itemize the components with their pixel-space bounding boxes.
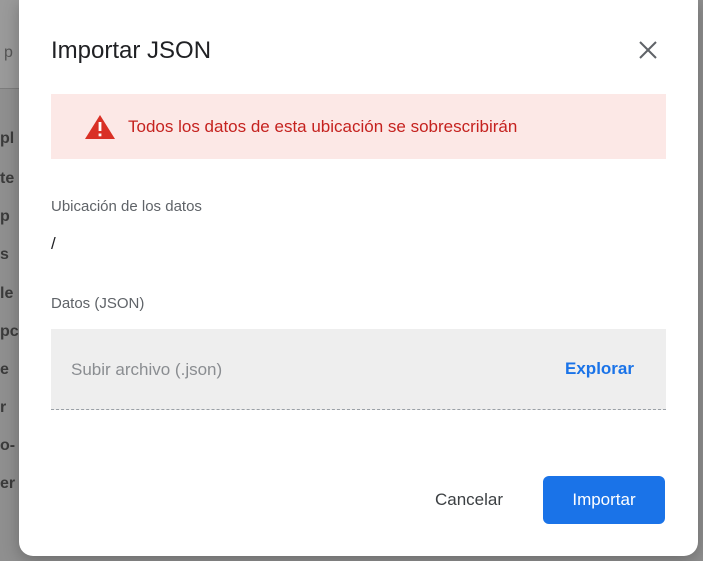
background-text: pl: [0, 130, 15, 147]
import-button[interactable]: Importar: [543, 476, 665, 524]
browse-button[interactable]: Explorar: [565, 359, 634, 379]
screen: p pl te p s le pc e r o- er Importar JSO…: [0, 0, 703, 561]
background-text: p: [0, 208, 10, 225]
warning-text: Todos los datos de esta ubicación se sob…: [128, 116, 518, 136]
upload-placeholder: Subir archivo (.json): [71, 360, 223, 379]
data-json-label: Datos (JSON): [51, 295, 145, 312]
cancel-button[interactable]: Cancelar: [414, 477, 524, 523]
dialog-title: Importar JSON: [51, 37, 212, 64]
background-text: le: [0, 285, 14, 302]
background-text: te: [0, 170, 15, 187]
close-button[interactable]: [634, 36, 662, 64]
location-label: Ubicación de los datos: [51, 198, 202, 215]
file-upload-field[interactable]: Subir archivo (.json) Explorar: [51, 329, 666, 410]
location-value: /: [51, 234, 56, 253]
warning-icon: [85, 114, 115, 139]
background-text: e: [0, 361, 9, 378]
background-header: p: [0, 0, 20, 89]
import-json-dialog: Importar JSON Todos los datos de esta ub…: [19, 0, 698, 556]
background-text: s: [0, 246, 9, 263]
background-text: r: [0, 399, 7, 416]
overwrite-warning-banner: Todos los datos de esta ubicación se sob…: [51, 94, 666, 159]
background-text: o-: [0, 437, 16, 454]
background-text: er: [0, 475, 16, 492]
close-icon: [639, 41, 657, 59]
background-text: pc: [0, 323, 19, 340]
